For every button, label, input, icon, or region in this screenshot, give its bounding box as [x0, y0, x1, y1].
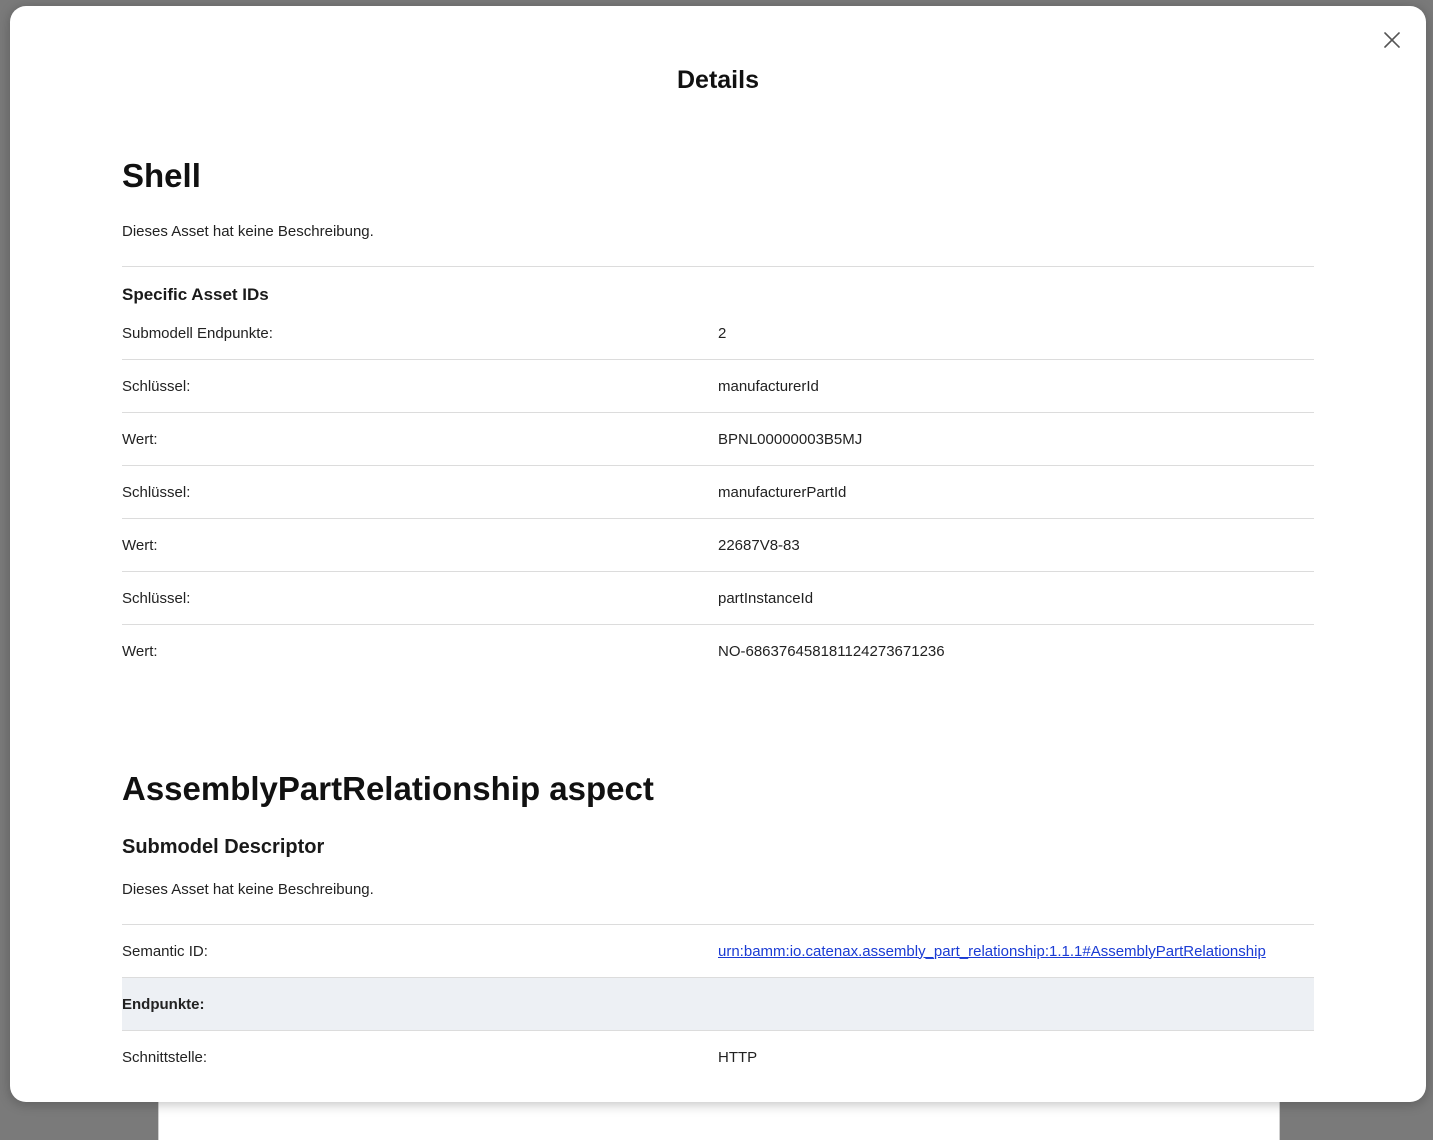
divider	[122, 266, 1314, 267]
row-value: NO-686376458181124273671236	[718, 624, 1314, 677]
shell-description: Dieses Asset hat keine Beschreibung.	[122, 223, 374, 240]
interface-value: HTTP	[718, 1030, 1314, 1083]
details-modal: Details Shell Dieses Asset hat keine Bes…	[10, 6, 1426, 1102]
semantic-id-link[interactable]: urn:bamm:io.catenax.assembly_part_relati…	[718, 943, 1266, 960]
row-value: partInstanceId	[718, 571, 1314, 625]
table-row: Submodell Endpunkte: 2	[122, 307, 1314, 360]
table-row: Wert: NO-686376458181124273671236	[122, 624, 1314, 677]
row-value: manufacturerPartId	[718, 465, 1314, 519]
shell-title: Shell	[122, 157, 201, 194]
row-key: Schlüssel:	[122, 571, 718, 625]
row-value: manufacturerId	[718, 359, 1314, 413]
table-row: Schlüssel: manufacturerId	[122, 359, 1314, 413]
row-key: Wert:	[122, 518, 718, 572]
table-row: Wert: BPNL00000003B5MJ	[122, 412, 1314, 466]
modal-title: Details	[677, 66, 759, 94]
submodel-descriptor-title: Submodel Descriptor	[122, 836, 325, 858]
row-key: Wert:	[122, 412, 718, 466]
semantic-id-cell: urn:bamm:io.catenax.assembly_part_relati…	[718, 925, 1314, 978]
interface-label: Schnittstelle:	[122, 1030, 718, 1083]
close-icon	[1384, 32, 1400, 48]
row-key: Schlüssel:	[122, 359, 718, 413]
endpoints-group-row: Endpunkte:	[122, 977, 1314, 1031]
modal-content: Shell Dieses Asset hat keine Beschreibun…	[122, 156, 1314, 1083]
specific-asset-ids-title: Specific Asset IDs	[122, 285, 269, 304]
table-row: Schlüssel: partInstanceId	[122, 571, 1314, 625]
semantic-id-label: Semantic ID:	[122, 942, 208, 960]
aspect-title: AssemblyPartRelationship aspect	[122, 770, 654, 807]
row-value: 2	[718, 324, 727, 342]
row-key: Schlüssel:	[122, 465, 718, 519]
submodel-descriptor-table: Semantic ID: urn:bamm:io.catenax.assembl…	[122, 924, 1314, 1083]
table-row: Schlüssel: manufacturerPartId	[122, 465, 1314, 519]
row-key: Submodell Endpunkte:	[122, 324, 273, 342]
table-row: Semantic ID: urn:bamm:io.catenax.assembl…	[122, 925, 1314, 978]
table-row: Wert: 22687V8-83	[122, 518, 1314, 572]
endpoints-label: Endpunkte:	[122, 977, 718, 1031]
row-value: 22687V8-83	[718, 518, 1314, 572]
specific-asset-ids-table: Submodell Endpunkte: 2 Schlüssel: manufa…	[122, 307, 1314, 677]
row-value: BPNL00000003B5MJ	[718, 412, 1314, 466]
endpoints-empty-cell	[718, 977, 1314, 1031]
row-key: Wert:	[122, 624, 718, 677]
aspect-description: Dieses Asset hat keine Beschreibung.	[122, 881, 374, 898]
table-row: Schnittstelle: HTTP	[122, 1030, 1314, 1083]
close-button[interactable]	[1382, 30, 1402, 50]
